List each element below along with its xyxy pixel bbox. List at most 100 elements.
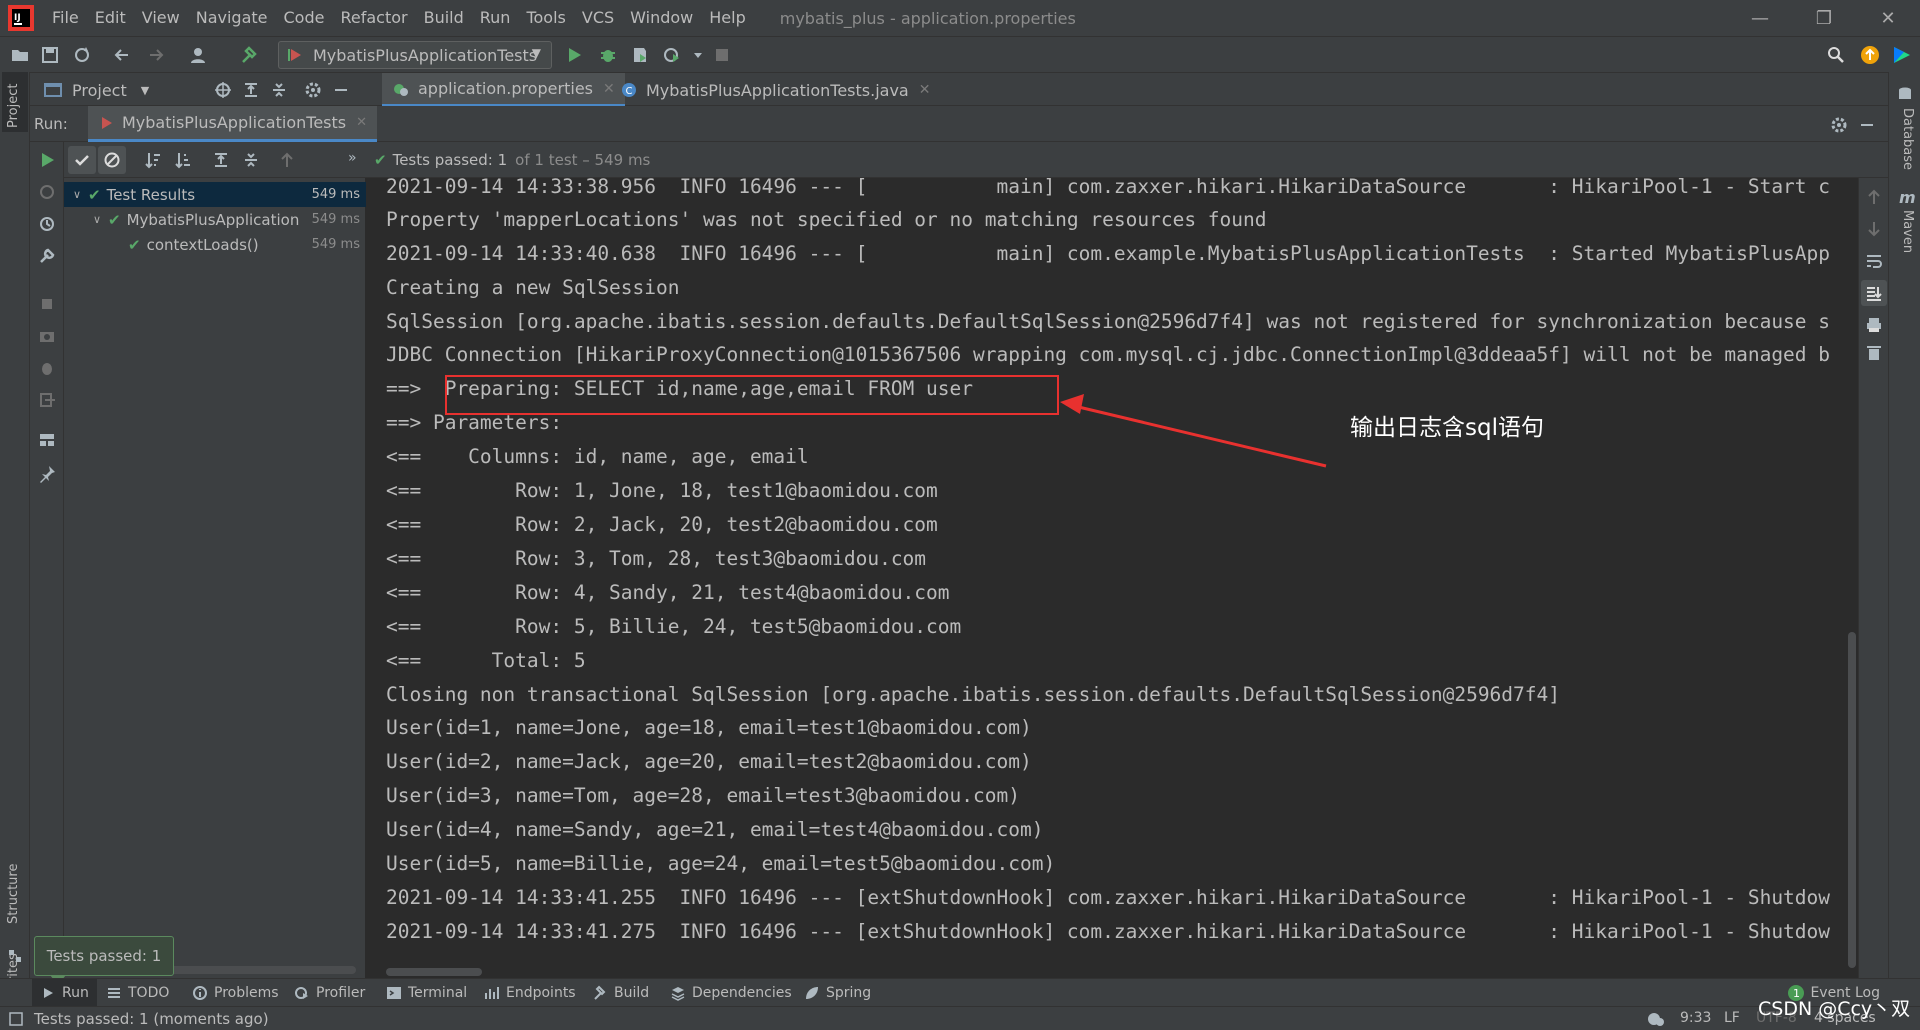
minimize-button[interactable]: — bbox=[1728, 0, 1792, 36]
bottom-tab-dependencies[interactable]: Dependencies bbox=[670, 979, 792, 1007]
tree-row-test-class[interactable]: ∨ ✔ MybatisPlusApplication 549 ms bbox=[64, 207, 366, 232]
toggle-panels-icon[interactable] bbox=[8, 1011, 24, 1027]
chevron-down-icon[interactable]: ∨ bbox=[90, 213, 104, 226]
pin-icon[interactable] bbox=[37, 464, 57, 484]
update-icon[interactable] bbox=[1860, 45, 1880, 65]
tab-mybatisplusapplicationtests-java[interactable]: C MybatisPlusApplicationTests.java ✕ bbox=[610, 73, 940, 107]
back-arrow-icon[interactable] bbox=[112, 45, 132, 65]
sync-icon[interactable] bbox=[72, 45, 92, 65]
collapse-all-icon[interactable] bbox=[270, 81, 288, 99]
menu-navigate[interactable]: Navigate bbox=[188, 0, 276, 36]
console-vertical-scrollbar[interactable] bbox=[1846, 178, 1858, 978]
menu-tools[interactable]: Tools bbox=[518, 0, 573, 36]
run-configuration-selector[interactable]: MybatisPlusApplicationTests ▼ bbox=[278, 41, 552, 69]
hide-panel-icon[interactable] bbox=[1858, 116, 1876, 134]
tree-row-label: MybatisPlusApplication bbox=[126, 210, 300, 229]
menu-refactor[interactable]: Refactor bbox=[332, 0, 415, 36]
menu-edit[interactable]: Edit bbox=[87, 0, 134, 36]
bottom-tab-build[interactable]: Build bbox=[592, 979, 649, 1007]
exit-icon[interactable] bbox=[37, 390, 57, 410]
locate-target-icon[interactable] bbox=[214, 81, 232, 99]
toggle-auto-test-icon[interactable] bbox=[37, 214, 57, 234]
tree-row-test-results[interactable]: ∨ ✔ Test Results 549 ms bbox=[64, 182, 366, 207]
tab-application-properties[interactable]: application.properties ✕ bbox=[382, 73, 625, 107]
bottom-tab-profiler[interactable]: Profiler bbox=[294, 979, 365, 1007]
bottom-tab-todo[interactable]: TODO bbox=[106, 979, 169, 1007]
cursor-position[interactable]: 9:33 bbox=[1680, 1010, 1711, 1026]
console-horizontal-scrollbar[interactable] bbox=[386, 968, 482, 976]
stop-icon[interactable] bbox=[37, 294, 57, 314]
bottom-tab-run[interactable]: Run bbox=[32, 979, 97, 1007]
expand-all-icon[interactable] bbox=[242, 81, 260, 99]
layout-icon[interactable] bbox=[37, 430, 57, 450]
coverage-icon[interactable] bbox=[630, 45, 650, 65]
close-window-button[interactable]: ✕ bbox=[1856, 0, 1920, 36]
search-icon[interactable] bbox=[1826, 45, 1846, 65]
tree-row-label: contextLoads() bbox=[146, 235, 259, 254]
chevron-down-icon[interactable]: ∨ bbox=[70, 188, 84, 201]
menu-code[interactable]: Code bbox=[276, 0, 333, 36]
status-message[interactable]: Tests passed: 1 (moments ago) bbox=[34, 1010, 269, 1028]
project-view-selector[interactable]: Project ▼ bbox=[44, 73, 149, 107]
trash-icon[interactable] bbox=[1865, 344, 1883, 362]
soft-wrap-icon[interactable] bbox=[1865, 252, 1883, 270]
bottom-tab-label: Endpoints bbox=[506, 985, 576, 1001]
stop-icon[interactable] bbox=[712, 45, 732, 65]
database-tool-label[interactable]: Database bbox=[1900, 108, 1915, 170]
gear-icon[interactable] bbox=[304, 81, 322, 99]
print-icon[interactable] bbox=[1865, 316, 1883, 334]
down-arrow-icon[interactable] bbox=[1865, 220, 1883, 238]
tree-row-test-method[interactable]: ✔ contextLoads() 549 ms bbox=[64, 232, 366, 257]
restore-button[interactable]: ❐ bbox=[1792, 0, 1856, 36]
up-arrow-icon[interactable] bbox=[1865, 188, 1883, 206]
project-tool-label[interactable]: Project bbox=[6, 84, 21, 128]
line-separator[interactable]: LF bbox=[1724, 1010, 1740, 1026]
sort-duration-icon[interactable] bbox=[174, 151, 192, 169]
user-icon[interactable] bbox=[190, 45, 210, 65]
camera-icon[interactable] bbox=[37, 326, 57, 346]
run-tab-mybatisplusapplicationtests[interactable]: MybatisPlusApplicationTests ✕ bbox=[88, 106, 378, 142]
previous-failed-icon[interactable] bbox=[278, 151, 296, 169]
rerun-icon[interactable] bbox=[37, 150, 57, 170]
menu-window[interactable]: Window bbox=[622, 0, 701, 36]
hide-panel-icon[interactable] bbox=[332, 81, 350, 99]
bottom-tab-endpoints[interactable]: Endpoints bbox=[484, 979, 576, 1007]
more-actions-icon[interactable]: » bbox=[348, 150, 357, 166]
gear-icon[interactable] bbox=[1830, 116, 1848, 134]
menu-file[interactable]: File bbox=[44, 0, 87, 36]
expand-all-icon[interactable] bbox=[212, 151, 230, 169]
project-window-icon bbox=[44, 83, 62, 97]
collapse-all-icon[interactable] bbox=[242, 151, 260, 169]
menu-help[interactable]: Help bbox=[701, 0, 753, 36]
build-hammer-icon[interactable] bbox=[240, 45, 260, 65]
bottom-tab-spring[interactable]: Spring bbox=[804, 979, 871, 1007]
bottom-tab-problems[interactable]: Problems bbox=[192, 979, 279, 1007]
language-services-icon[interactable] bbox=[1646, 1010, 1666, 1028]
sort-alpha-icon[interactable] bbox=[144, 151, 162, 169]
menu-vcs[interactable]: VCS bbox=[574, 0, 622, 36]
run-icon[interactable] bbox=[564, 45, 584, 65]
menu-view[interactable]: View bbox=[134, 0, 188, 36]
scroll-to-end-toggle[interactable] bbox=[1861, 280, 1887, 306]
wrench-icon[interactable] bbox=[37, 246, 57, 266]
rerun-failed-icon[interactable] bbox=[37, 182, 57, 202]
structure-tool-label[interactable]: Structure bbox=[6, 864, 21, 924]
close-icon[interactable]: ✕ bbox=[919, 82, 931, 98]
toolbox-icon[interactable] bbox=[1892, 45, 1912, 65]
profile-dropdown-icon[interactable] bbox=[688, 45, 708, 65]
bottom-tab-terminal[interactable]: Terminal bbox=[386, 979, 467, 1007]
debug-icon[interactable] bbox=[598, 45, 618, 65]
scrollbar-thumb[interactable] bbox=[1848, 632, 1856, 968]
menu-build[interactable]: Build bbox=[416, 0, 472, 36]
show-ignored-toggle[interactable] bbox=[98, 146, 126, 174]
debug-icon[interactable] bbox=[37, 358, 57, 378]
forward-arrow-icon[interactable] bbox=[146, 45, 166, 65]
close-icon[interactable]: ✕ bbox=[356, 115, 367, 130]
show-passed-toggle[interactable] bbox=[68, 146, 96, 174]
profile-icon[interactable] bbox=[662, 45, 682, 65]
menu-run[interactable]: Run bbox=[472, 0, 519, 36]
save-icon[interactable] bbox=[40, 45, 60, 65]
console-output[interactable]: 2021-09-14 14:33:38.956 INFO 16496 --- [… bbox=[366, 178, 1846, 978]
open-folder-icon[interactable] bbox=[10, 45, 30, 65]
maven-tool-label[interactable]: Maven bbox=[1900, 210, 1915, 253]
